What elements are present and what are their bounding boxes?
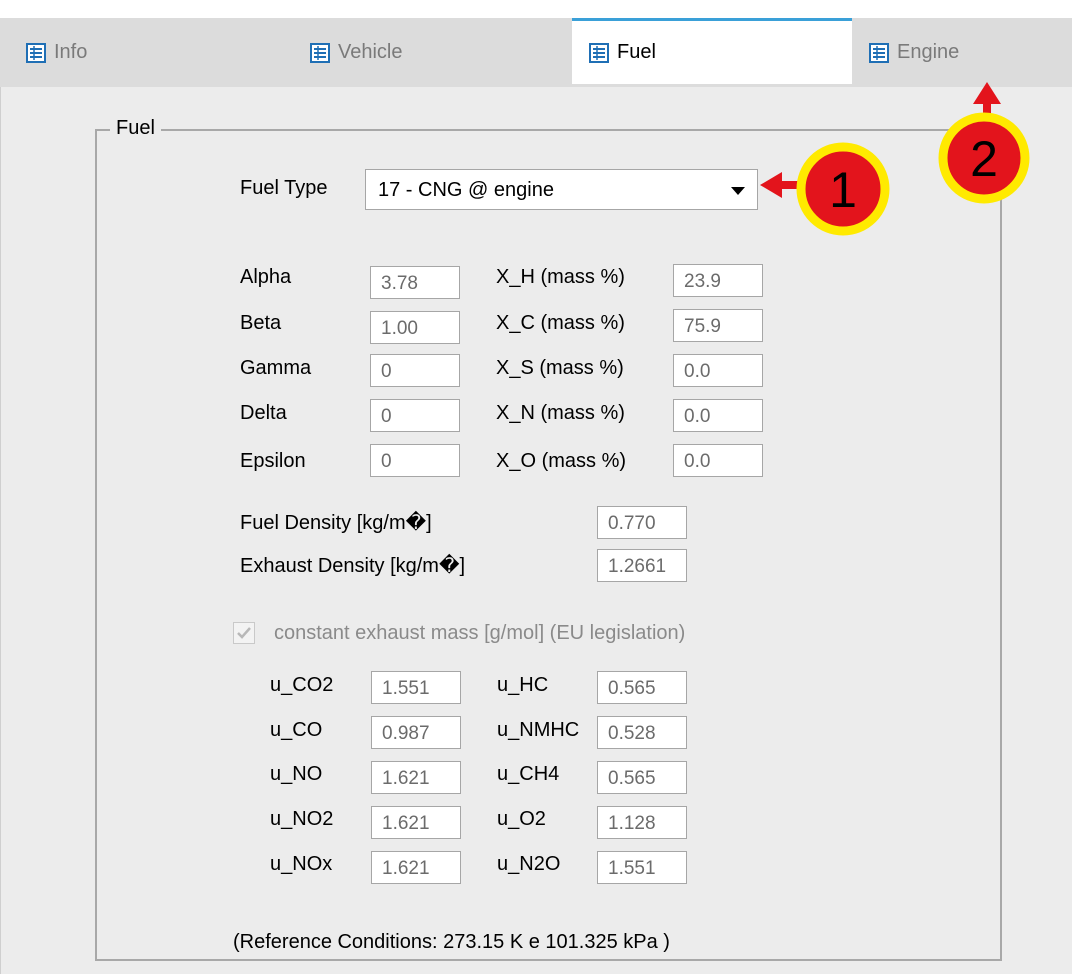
delta-label: Delta	[240, 402, 287, 424]
u-co-field[interactable]: 0.987	[371, 716, 461, 749]
x-h-field[interactable]: 23.9	[673, 264, 763, 297]
u-n2o-field[interactable]: 1.551	[597, 851, 687, 884]
tab-fuel-label: Fuel	[617, 41, 656, 63]
form-icon	[869, 42, 889, 63]
checkmark-icon	[237, 627, 251, 639]
annotation-badge-1: 1	[796, 142, 890, 236]
fuel-groupbox	[95, 129, 1002, 961]
u-co2-field[interactable]: 1.551	[371, 671, 461, 704]
epsilon-label: Epsilon	[240, 450, 306, 472]
form-icon	[310, 42, 330, 63]
exhaust-density-label: Exhaust Density [kg/m�]	[240, 555, 466, 577]
tab-vehicle-label: Vehicle	[338, 41, 403, 63]
delta-field[interactable]: 0	[370, 399, 460, 432]
fuel-group-title: Fuel	[110, 117, 161, 140]
u-nmhc-field[interactable]: 0.528	[597, 716, 687, 749]
gamma-label: Gamma	[240, 357, 312, 379]
fuel-density-label: Fuel Density [kg/m�]	[240, 512, 432, 534]
beta-label: Beta	[240, 312, 282, 334]
u-o2-field[interactable]: 1.128	[597, 806, 687, 839]
x-s-field[interactable]: 0.0	[673, 354, 763, 387]
constant-mass-label: constant exhaust mass [g/mol] (EU legisl…	[274, 622, 686, 644]
u-n2o-label: u_N2O	[497, 853, 561, 875]
u-nox-label: u_NOx	[270, 853, 333, 875]
beta-field[interactable]: 1.00	[370, 311, 460, 344]
gamma-field[interactable]: 0	[370, 354, 460, 387]
form-icon	[589, 42, 609, 63]
annotation-number-1: 1	[829, 162, 857, 218]
u-co2-label: u_CO2	[270, 674, 334, 696]
x-h-label: X_H (mass %)	[496, 266, 625, 288]
u-no-label: u_NO	[270, 763, 323, 785]
fuel-type-value: 17 - CNG @ engine	[378, 179, 554, 201]
exhaust-density-field[interactable]: 1.2661	[597, 549, 687, 582]
u-co-label: u_CO	[270, 719, 323, 741]
u-no2-label: u_NO2	[270, 808, 334, 830]
reference-conditions-note: (Reference Conditions: 273.15 K e 101.32…	[233, 931, 670, 953]
u-no-field[interactable]: 1.621	[371, 761, 461, 794]
tab-engine[interactable]: Engine	[869, 18, 1049, 87]
u-ch4-label: u_CH4	[497, 763, 560, 785]
u-no2-field[interactable]: 1.621	[371, 806, 461, 839]
u-nox-field[interactable]: 1.621	[371, 851, 461, 884]
x-s-label: X_S (mass %)	[496, 357, 624, 379]
u-o2-label: u_O2	[497, 808, 546, 830]
u-nmhc-label: u_NMHC	[497, 719, 580, 741]
tab-info[interactable]: Info	[26, 18, 206, 87]
alpha-label: Alpha	[240, 266, 292, 288]
form-icon	[26, 42, 46, 63]
x-c-label: X_C (mass %)	[496, 312, 625, 334]
epsilon-field[interactable]: 0	[370, 444, 460, 477]
u-ch4-field[interactable]: 0.565	[597, 761, 687, 794]
fuel-type-label: Fuel Type	[240, 177, 328, 199]
x-n-label: X_N (mass %)	[496, 402, 625, 424]
x-c-field[interactable]: 75.9	[673, 309, 763, 342]
tab-info-label: Info	[54, 41, 88, 63]
tab-fuel[interactable]: Fuel	[572, 18, 852, 84]
dropdown-arrow-icon[interactable]	[731, 187, 745, 195]
alpha-field[interactable]: 3.78	[370, 266, 460, 299]
tab-vehicle[interactable]: Vehicle	[310, 18, 560, 87]
u-hc-label: u_HC	[497, 674, 549, 696]
annotation-number-2: 2	[970, 131, 998, 187]
fuel-type-dropdown[interactable]: 17 - CNG @ engine	[365, 169, 758, 210]
annotation-badge-2: 2	[938, 112, 1030, 204]
fuel-density-field[interactable]: 0.770	[597, 506, 687, 539]
x-o-label: X_O (mass %)	[496, 450, 627, 472]
x-n-field[interactable]: 0.0	[673, 399, 763, 432]
tab-engine-label: Engine	[897, 41, 960, 63]
u-hc-field[interactable]: 0.565	[597, 671, 687, 704]
x-o-field[interactable]: 0.0	[673, 444, 763, 477]
constant-mass-checkbox[interactable]	[233, 622, 255, 644]
